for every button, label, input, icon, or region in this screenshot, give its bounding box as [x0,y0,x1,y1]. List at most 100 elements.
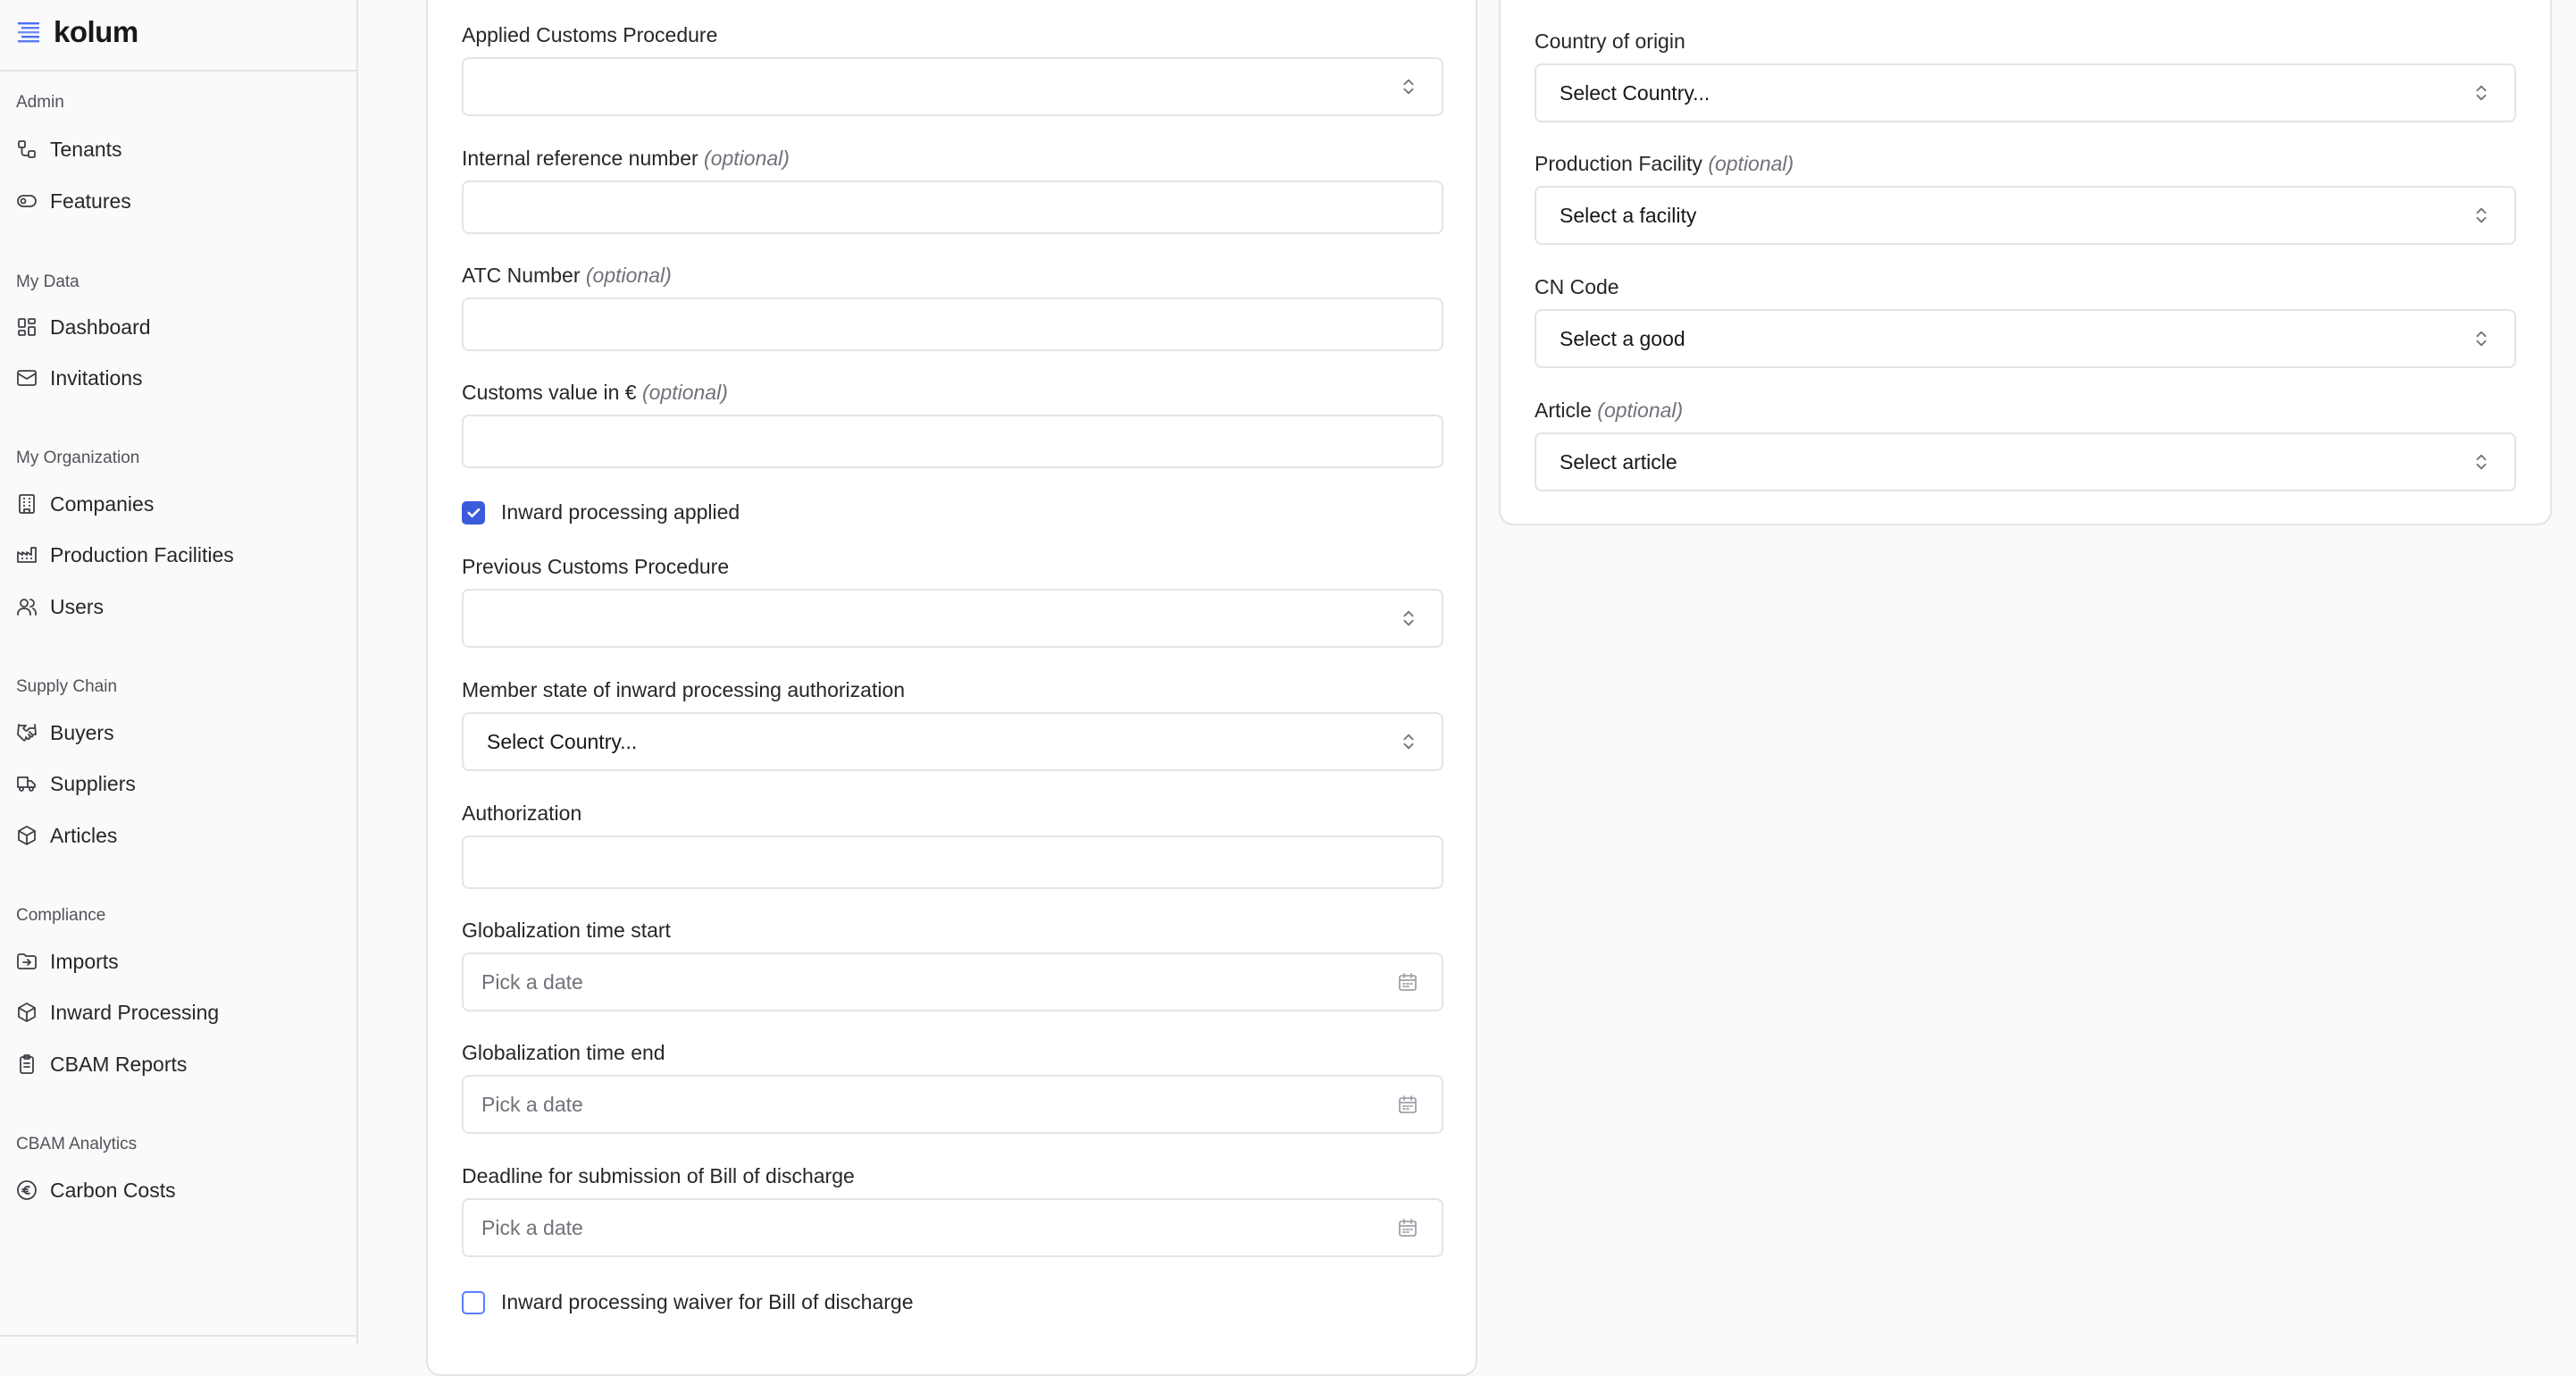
brand-name: kolum [54,15,138,48]
truck-icon [17,776,36,792]
section-title-supply-chain: Supply Chain [16,677,118,696]
sidebar-item-label: Users [50,594,105,618]
authorization-label: Authorization [462,801,582,825]
sidebar-item-label: Companies [50,491,155,516]
select-value: Select article [1560,449,1677,474]
chevrons-up-down-icon [2476,85,2487,101]
globalization-start-label: Globalization time start [462,919,671,942]
building-icon [19,494,35,514]
country-of-origin-label: Country of origin [1535,29,1685,53]
sidebar-item-articles[interactable]: Articles [16,816,347,855]
euro-icon [17,1180,37,1200]
article-label: Article (optional) [1535,399,1684,422]
dashboard-icon [18,318,36,336]
handshake-icon [17,724,37,742]
section-title-compliance: Compliance [16,906,106,925]
calendar-icon [1399,1095,1417,1113]
select-value: Select Country... [487,729,638,753]
users-icon [17,599,37,616]
sidebar-item-label: Articles [50,823,118,847]
applied-customs-procedure-label: Applied Customs Procedure [462,23,718,46]
customs-value-input[interactable] [462,415,1443,468]
check-icon [467,508,481,517]
globalization-end-datepicker[interactable]: Pick a date [462,1075,1443,1134]
sidebar: kolum Admin Tenants Features My Data Das… [0,0,358,1344]
sidebar-item-label: Production Facilities [50,542,234,566]
sidebar-item-label: Buyers [50,720,114,744]
sidebar-item-features[interactable]: Features [16,181,347,221]
sidebar-item-dashboard[interactable]: Dashboard [16,307,347,347]
sidebar-item-label: Carbon Costs [50,1178,176,1202]
divider [0,1335,356,1337]
date-placeholder: Pick a date [481,1092,583,1116]
checkbox-unchecked[interactable] [462,1290,485,1314]
deadline-bill-datepicker[interactable]: Pick a date [462,1198,1443,1257]
chevrons-up-down-icon [1403,79,1414,95]
select-value: Select a good [1560,326,1685,350]
chevrons-up-down-icon [1403,610,1414,626]
toggle-icon [17,195,37,207]
date-placeholder: Pick a date [481,1215,583,1239]
authorization-input[interactable] [462,835,1443,889]
sidebar-item-users[interactable]: Users [16,587,347,626]
atc-number-label: ATC Number (optional) [462,264,672,287]
atc-number-input[interactable] [462,298,1443,351]
sidebar-item-label: Suppliers [50,771,136,795]
sidebar-item-label: Features [50,189,131,213]
sidebar-item-buyers[interactable]: Buyers [16,713,347,752]
chevrons-up-down-icon [1403,734,1414,750]
sidebar-item-inward-processing[interactable]: Inward Processing [16,993,347,1032]
factory-icon [17,547,37,563]
sidebar-item-imports[interactable]: Imports [16,942,347,981]
folder-input-icon [17,953,37,969]
brand[interactable]: kolum [16,13,138,52]
country-of-origin-select[interactable]: Select Country... [1535,63,2516,122]
checkbox-checked[interactable] [462,500,485,524]
applied-customs-procedure-select[interactable] [462,57,1443,116]
previous-customs-procedure-select[interactable] [462,589,1443,648]
customs-value-label: Customs value in € (optional) [462,381,728,404]
sidebar-item-label: Invitations [50,365,143,390]
calendar-icon [1399,1219,1417,1237]
sidebar-item-companies[interactable]: Companies [16,484,347,524]
chevrons-up-down-icon [2476,454,2487,470]
globalization-end-label: Globalization time end [462,1041,665,1064]
sidebar-item-tenants[interactable]: Tenants [16,130,347,169]
deadline-bill-label: Deadline for submission of Bill of disch… [462,1164,855,1187]
inward-processing-applied-checkbox[interactable]: Inward processing applied [462,500,740,524]
sidebar-item-production-facilities[interactable]: Production Facilities [16,535,347,575]
member-state-select[interactable]: Select Country... [462,712,1443,771]
section-title-my-data: My Data [16,273,79,291]
internal-reference-input[interactable] [462,180,1443,234]
chevrons-up-down-icon [2476,207,2487,223]
date-placeholder: Pick a date [481,969,583,994]
sidebar-item-label: Imports [50,949,119,973]
production-facility-select[interactable]: Select a facility [1535,186,2516,245]
sidebar-item-cbam-reports[interactable]: CBAM Reports [16,1045,347,1084]
divider [0,70,356,71]
section-title-cbam-analytics: CBAM Analytics [16,1135,138,1154]
sidebar-item-carbon-costs[interactable]: Carbon Costs [16,1170,347,1210]
globalization-start-datepicker[interactable]: Pick a date [462,952,1443,1011]
select-value: Select Country... [1560,80,1710,105]
cn-code-label: CN Code [1535,275,1619,298]
section-title-my-organization: My Organization [16,449,140,467]
chevrons-up-down-icon [2476,331,2487,347]
calendar-icon [1399,973,1417,991]
member-state-label: Member state of inward processing author… [462,678,906,701]
sidebar-item-label: Tenants [50,137,122,161]
package-icon [18,826,36,845]
article-select[interactable]: Select article [1535,432,2516,491]
waiver-checkbox[interactable]: Inward processing waiver for Bill of dis… [462,1290,913,1314]
previous-customs-procedure-label: Previous Customs Procedure [462,555,730,578]
sidebar-item-label: Inward Processing [50,1000,220,1024]
cn-code-select[interactable]: Select a good [1535,309,2516,368]
checkbox-label: Inward processing waiver for Bill of dis… [501,1290,914,1313]
sidebar-item-suppliers[interactable]: Suppliers [16,764,347,803]
sidebar-item-invitations[interactable]: Invitations [16,358,347,398]
internal-reference-label: Internal reference number (optional) [462,147,790,170]
production-facility-label: Production Facility (optional) [1535,152,1794,175]
clipboard-icon [20,1054,34,1074]
package-icon [18,1003,36,1022]
checkbox-label: Inward processing applied [501,500,740,524]
